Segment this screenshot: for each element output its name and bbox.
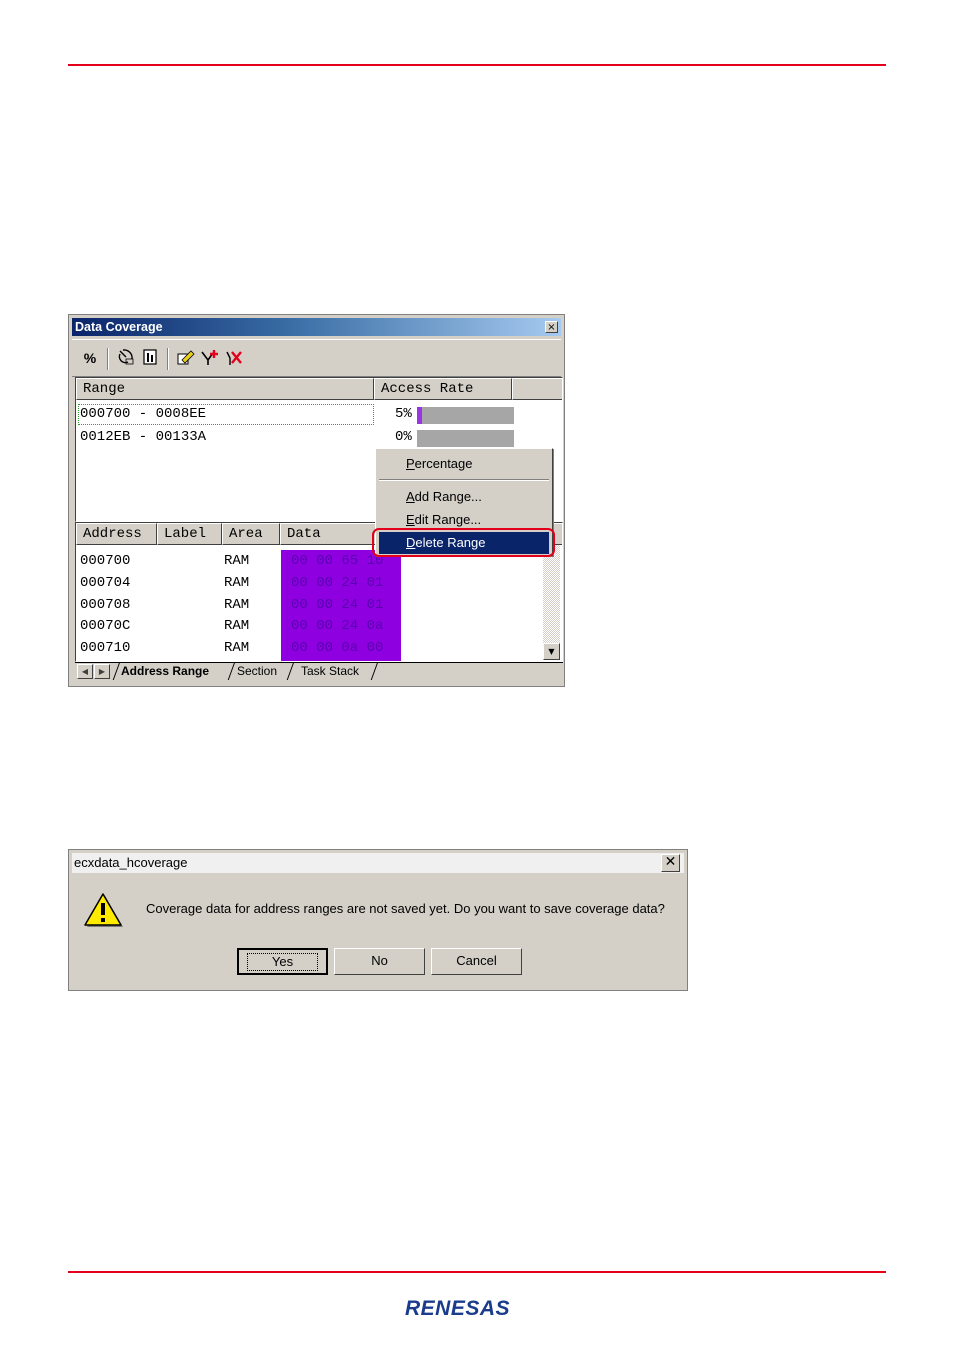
scroll-down-icon[interactable]: ▼	[543, 643, 560, 660]
tab-divider	[370, 662, 379, 680]
range-row-2[interactable]: 0012EB - 00133A	[80, 429, 206, 445]
access-rate-1: 5%	[395, 406, 412, 422]
data-cell: 00 00 65 10	[291, 553, 384, 569]
add-icon	[201, 350, 218, 365]
data-cell: 00 00 24 0a	[291, 618, 384, 634]
dialog-message: Coverage data for address ranges are not…	[146, 901, 665, 916]
address-cell[interactable]: 000704	[80, 575, 130, 591]
address-cell[interactable]: 00070C	[80, 618, 130, 634]
header-rule	[68, 64, 886, 66]
area-cell: RAM	[224, 553, 250, 569]
range-row-1[interactable]: 000700 - 0008EE	[80, 406, 206, 422]
toolbar: %	[72, 339, 561, 377]
menu-item-label: ercentage	[414, 456, 473, 471]
access-rate-bar-2	[417, 430, 514, 447]
column-header-address[interactable]: Address	[76, 523, 157, 545]
cancel-button[interactable]: Cancel	[431, 948, 522, 975]
menu-separator	[379, 479, 549, 481]
menu-item-add-range[interactable]: Add Range...	[379, 486, 549, 508]
close-icon[interactable]: ×	[545, 321, 558, 333]
address-cell[interactable]: 000700	[80, 553, 130, 569]
yes-button-label: Yes	[246, 953, 319, 971]
pencil-icon	[177, 350, 195, 365]
menu-item-label: dd Range...	[414, 489, 482, 504]
renesas-logo: RENESAS	[405, 1297, 510, 1320]
area-cell: RAM	[224, 618, 250, 634]
menu-item-label: dit Range...	[414, 512, 482, 527]
area-cell: RAM	[224, 575, 250, 591]
column-header-range[interactable]: Range	[76, 378, 374, 400]
no-button[interactable]: No	[334, 948, 425, 975]
clear-coverage-button[interactable]	[116, 348, 136, 368]
mnemonic: E	[406, 512, 415, 527]
menu-item-percentage[interactable]: Percentage	[379, 453, 549, 475]
footer-rule	[68, 1271, 886, 1273]
tab-divider	[227, 662, 236, 680]
mnemonic: A	[406, 489, 415, 504]
area-cell: RAM	[224, 640, 250, 656]
access-rate-bar-1	[417, 407, 514, 424]
toolbar-separator	[167, 348, 169, 370]
coverage-info-button[interactable]	[140, 348, 160, 368]
dialog-titlebar[interactable]: ecxdata_hcoverage ✕	[72, 853, 684, 873]
column-header-area[interactable]: Area	[222, 523, 280, 545]
tab-task-stack[interactable]: Task Stack	[301, 662, 359, 680]
close-icon[interactable]: ✕	[661, 854, 680, 872]
logo-text: RENESAS	[405, 1297, 510, 1320]
tab-divider	[112, 662, 121, 680]
data-cell: 00 00 0a 00	[291, 640, 384, 656]
window-title: Data Coverage	[75, 320, 163, 334]
area-cell: RAM	[224, 597, 250, 613]
highlight-annotation	[372, 528, 555, 557]
toolbar-separator	[107, 348, 109, 370]
address-cell[interactable]: 000708	[80, 597, 130, 613]
save-coverage-dialog: ecxdata_hcoverage ✕ Coverage data for ad…	[68, 849, 688, 991]
document-icon	[143, 349, 157, 365]
tab-address-range[interactable]: Address Range	[121, 662, 209, 680]
dialog-title: ecxdata_hcoverage	[74, 855, 188, 870]
tab-scroll-right-icon[interactable]: ▶	[94, 664, 110, 679]
data-cell: 00 00 24 01	[291, 597, 384, 613]
delete-range-button[interactable]	[224, 348, 244, 368]
yes-button[interactable]: Yes	[237, 948, 328, 975]
access-rate-fill-1	[417, 407, 422, 424]
go-to-address-button[interactable]	[176, 348, 196, 368]
tab-strip: ◀ ▶ Address Range Section Task Stack	[75, 662, 563, 682]
satellite-icon	[118, 349, 134, 365]
percentage-toggle-button[interactable]: %	[80, 348, 100, 368]
mnemonic: P	[406, 456, 415, 471]
delete-icon	[226, 351, 242, 365]
warning-icon	[84, 893, 123, 927]
column-header-label[interactable]: Label	[157, 523, 222, 545]
tab-scroll-left-icon[interactable]: ◀	[77, 664, 93, 679]
access-rate-2: 0%	[395, 429, 412, 445]
tab-section[interactable]: Section	[237, 662, 277, 680]
column-header-filler	[512, 378, 562, 400]
add-range-button[interactable]	[200, 348, 220, 368]
window-titlebar[interactable]: Data Coverage ×	[72, 318, 561, 336]
data-cell: 00 00 24 01	[291, 575, 384, 591]
column-header-access-rate[interactable]: Access Rate	[374, 378, 512, 400]
tab-divider	[286, 662, 295, 680]
address-cell[interactable]: 000710	[80, 640, 130, 656]
vertical-scrollbar[interactable]: ▼	[543, 545, 560, 660]
